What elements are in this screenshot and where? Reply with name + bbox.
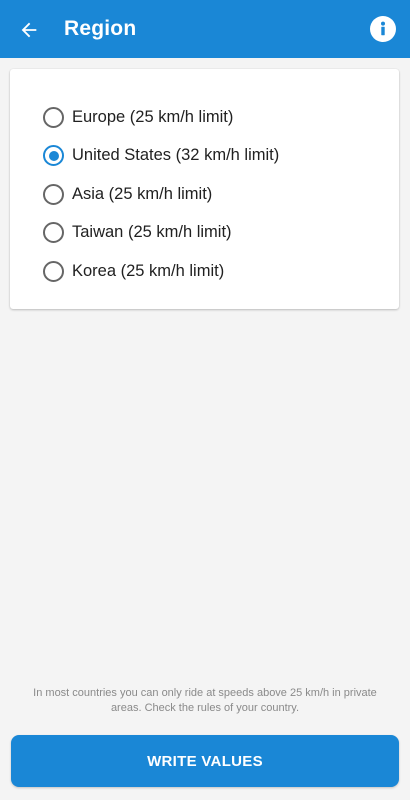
region-option-label: United States (32 km/h limit) — [72, 146, 280, 165]
back-button[interactable] — [12, 13, 46, 47]
region-option-label: Taiwan (25 km/h limit) — [72, 223, 232, 242]
radio-button-asia[interactable] — [43, 183, 64, 205]
arrow-left-icon — [21, 22, 37, 38]
radio-button-korea[interactable] — [43, 260, 64, 282]
region-card: Europe (25 km/h limit) United States (32… — [10, 69, 399, 309]
region-option-label: Europe (25 km/h limit) — [72, 107, 234, 126]
page-title: Region — [64, 17, 137, 40]
region-option-korea[interactable]: Korea (25 km/h limit) — [43, 252, 279, 291]
info-icon — [381, 21, 385, 36]
radio-button-europe[interactable] — [43, 106, 64, 128]
region-option-united-states[interactable]: United States (32 km/h limit) — [43, 137, 279, 176]
region-radio-group: Europe (25 km/h limit) United States (32… — [43, 98, 279, 291]
region-option-asia[interactable]: Asia (25 km/h limit) — [43, 175, 279, 214]
region-option-label: Korea (25 km/h limit) — [72, 261, 225, 280]
radio-button-taiwan[interactable] — [43, 222, 64, 244]
speed-limit-note: In most countries you can only ride at s… — [33, 687, 377, 714]
info-button[interactable] — [370, 16, 396, 42]
app-bar: Region — [0, 0, 410, 58]
region-option-taiwan[interactable]: Taiwan (25 km/h limit) — [43, 214, 279, 253]
region-option-label: Asia (25 km/h limit) — [72, 184, 213, 203]
region-option-europe[interactable]: Europe (25 km/h limit) — [43, 98, 279, 137]
write-values-button[interactable]: WRITE VALUES — [11, 735, 399, 787]
radio-button-united-states[interactable] — [43, 145, 64, 167]
